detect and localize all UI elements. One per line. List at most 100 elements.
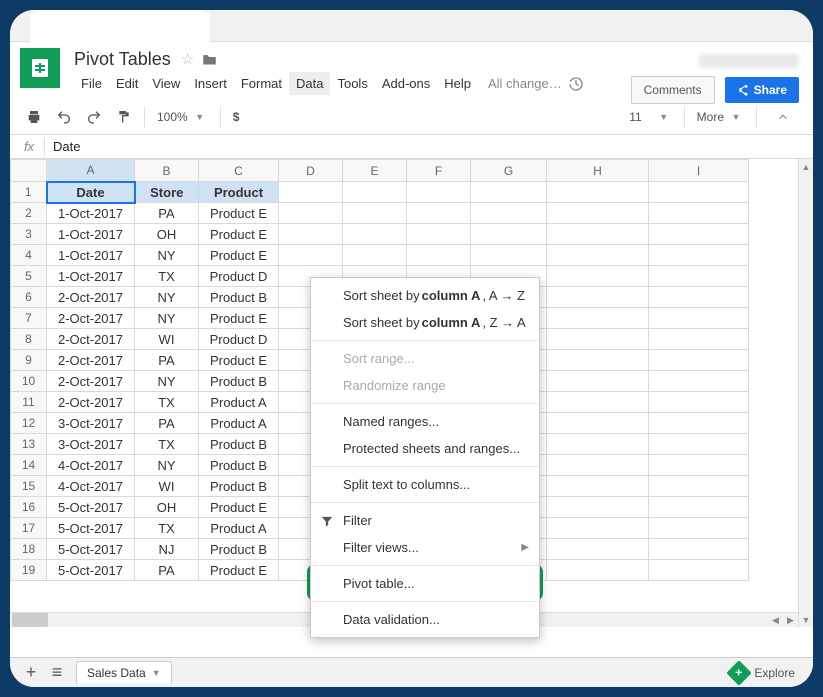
- cell[interactable]: [649, 203, 749, 224]
- cell[interactable]: [649, 413, 749, 434]
- menu-help[interactable]: Help: [437, 72, 478, 95]
- cell[interactable]: PA: [135, 350, 199, 371]
- scroll-down-icon[interactable]: ▼: [799, 612, 813, 627]
- paint-format-icon[interactable]: [110, 103, 138, 131]
- cell[interactable]: [547, 203, 649, 224]
- cell[interactable]: Product E: [199, 224, 279, 245]
- menu-addons[interactable]: Add-ons: [375, 72, 437, 95]
- row-header[interactable]: 16: [11, 497, 47, 518]
- print-icon[interactable]: [20, 103, 48, 131]
- cell[interactable]: 5-Oct-2017: [47, 518, 135, 539]
- cell[interactable]: NY: [135, 287, 199, 308]
- cell[interactable]: Product E: [199, 350, 279, 371]
- cell[interactable]: PA: [135, 413, 199, 434]
- cell[interactable]: 1-Oct-2017: [47, 266, 135, 287]
- row-header[interactable]: 1: [11, 182, 47, 203]
- folder-icon[interactable]: [202, 53, 217, 66]
- cell[interactable]: [649, 329, 749, 350]
- cell[interactable]: [649, 371, 749, 392]
- cell[interactable]: WI: [135, 329, 199, 350]
- cell[interactable]: [649, 434, 749, 455]
- cell[interactable]: [649, 518, 749, 539]
- cell[interactable]: Product B: [199, 287, 279, 308]
- cell[interactable]: [547, 287, 649, 308]
- cell[interactable]: 1-Oct-2017: [47, 245, 135, 266]
- cell[interactable]: 5-Oct-2017: [47, 560, 135, 581]
- menu-data[interactable]: Data: [289, 72, 330, 95]
- cell[interactable]: [547, 434, 649, 455]
- cell[interactable]: [407, 245, 471, 266]
- row-header[interactable]: 6: [11, 287, 47, 308]
- menu-protected[interactable]: Protected sheets and ranges...: [311, 435, 539, 462]
- row-header[interactable]: 2: [11, 203, 47, 224]
- select-all-cell[interactable]: [11, 160, 47, 182]
- changes-saved[interactable]: All change…: [488, 76, 562, 91]
- sheet-tab-sales-data[interactable]: Sales Data ▼: [76, 661, 172, 684]
- cell[interactable]: 4-Oct-2017: [47, 455, 135, 476]
- cell[interactable]: [279, 245, 343, 266]
- cell[interactable]: Product E: [199, 245, 279, 266]
- cell[interactable]: Product E: [199, 560, 279, 581]
- cell[interactable]: 2-Oct-2017: [47, 329, 135, 350]
- row-header[interactable]: 17: [11, 518, 47, 539]
- row-header[interactable]: 14: [11, 455, 47, 476]
- cell[interactable]: [343, 182, 407, 203]
- table-row[interactable]: 21-Oct-2017PAProduct E: [11, 203, 749, 224]
- col-header-d[interactable]: D: [279, 160, 343, 182]
- cell[interactable]: [547, 518, 649, 539]
- browser-tab[interactable]: [30, 10, 210, 42]
- cell[interactable]: [649, 392, 749, 413]
- cell[interactable]: [471, 182, 547, 203]
- cell[interactable]: [547, 350, 649, 371]
- menu-edit[interactable]: Edit: [109, 72, 145, 95]
- formula-input[interactable]: Date: [45, 139, 80, 154]
- row-header[interactable]: 7: [11, 308, 47, 329]
- cell[interactable]: [649, 497, 749, 518]
- col-header-b[interactable]: B: [135, 160, 199, 182]
- zoom-select[interactable]: 100%▼: [151, 103, 214, 131]
- redo-icon[interactable]: [80, 103, 108, 131]
- history-icon[interactable]: [568, 76, 584, 92]
- menu-format[interactable]: Format: [234, 72, 289, 95]
- cell[interactable]: PA: [135, 560, 199, 581]
- col-header-i[interactable]: I: [649, 160, 749, 182]
- scroll-up-icon[interactable]: ▲: [799, 159, 813, 174]
- cell[interactable]: 1-Oct-2017: [47, 203, 135, 224]
- cell[interactable]: OH: [135, 497, 199, 518]
- cell[interactable]: [343, 203, 407, 224]
- cell[interactable]: 3-Oct-2017: [47, 434, 135, 455]
- cell[interactable]: WI: [135, 476, 199, 497]
- comments-button[interactable]: Comments: [631, 76, 715, 104]
- cell[interactable]: NY: [135, 371, 199, 392]
- cell[interactable]: Product A: [199, 392, 279, 413]
- cell[interactable]: 5-Oct-2017: [47, 497, 135, 518]
- cell[interactable]: [471, 245, 547, 266]
- scroll-right-icon[interactable]: ▶: [783, 613, 798, 627]
- cell[interactable]: Product E: [199, 497, 279, 518]
- cell[interactable]: [407, 224, 471, 245]
- cell[interactable]: Product D: [199, 266, 279, 287]
- cell[interactable]: 3-Oct-2017: [47, 413, 135, 434]
- col-header-a[interactable]: A: [47, 160, 135, 182]
- row-header[interactable]: 19: [11, 560, 47, 581]
- cell[interactable]: [649, 308, 749, 329]
- row-header[interactable]: 9: [11, 350, 47, 371]
- cell[interactable]: [547, 266, 649, 287]
- cell[interactable]: 5-Oct-2017: [47, 539, 135, 560]
- menu-view[interactable]: View: [145, 72, 187, 95]
- cell[interactable]: [547, 497, 649, 518]
- cell[interactable]: Product B: [199, 476, 279, 497]
- cell[interactable]: [471, 203, 547, 224]
- cell[interactable]: [649, 455, 749, 476]
- menu-filter-views[interactable]: Filter views... ▶: [311, 534, 539, 561]
- col-header-f[interactable]: F: [407, 160, 471, 182]
- cell[interactable]: 2-Oct-2017: [47, 287, 135, 308]
- row-header[interactable]: 3: [11, 224, 47, 245]
- menu-named-ranges[interactable]: Named ranges...: [311, 408, 539, 435]
- cell[interactable]: Product B: [199, 539, 279, 560]
- menu-insert[interactable]: Insert: [187, 72, 234, 95]
- cell[interactable]: Product B: [199, 434, 279, 455]
- cell[interactable]: [547, 455, 649, 476]
- cell[interactable]: TX: [135, 434, 199, 455]
- cell[interactable]: 4-Oct-2017: [47, 476, 135, 497]
